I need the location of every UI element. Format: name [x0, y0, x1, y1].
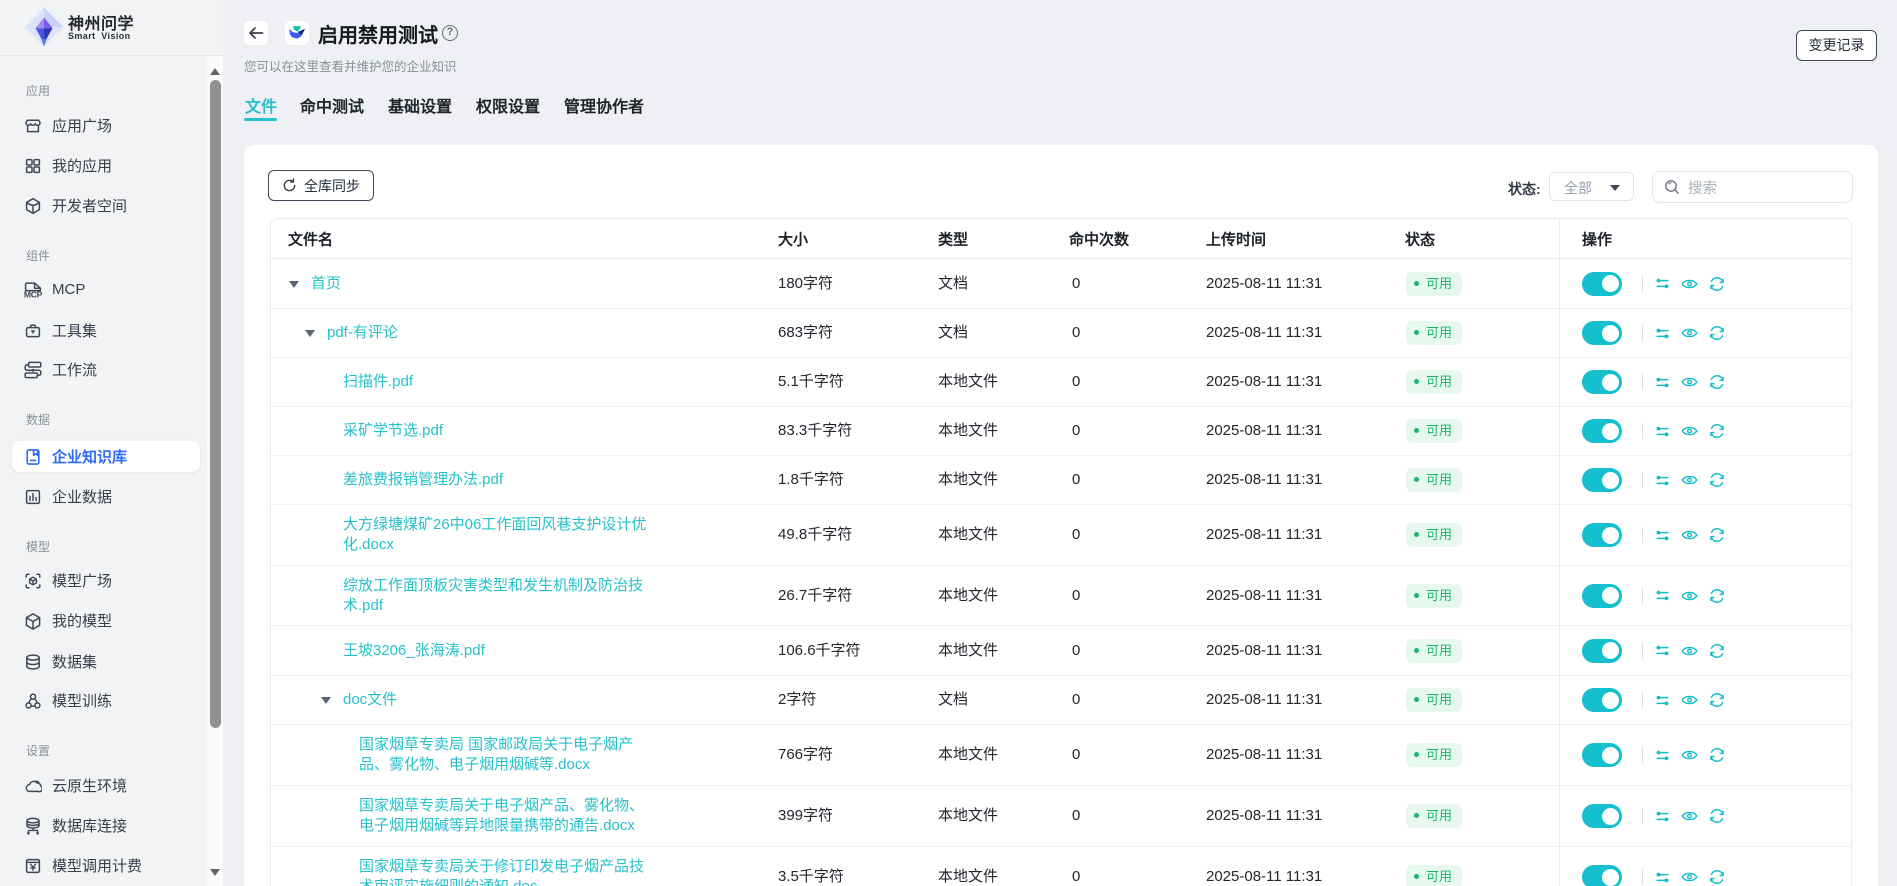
svg-text:MCP: MCP — [24, 290, 43, 298]
